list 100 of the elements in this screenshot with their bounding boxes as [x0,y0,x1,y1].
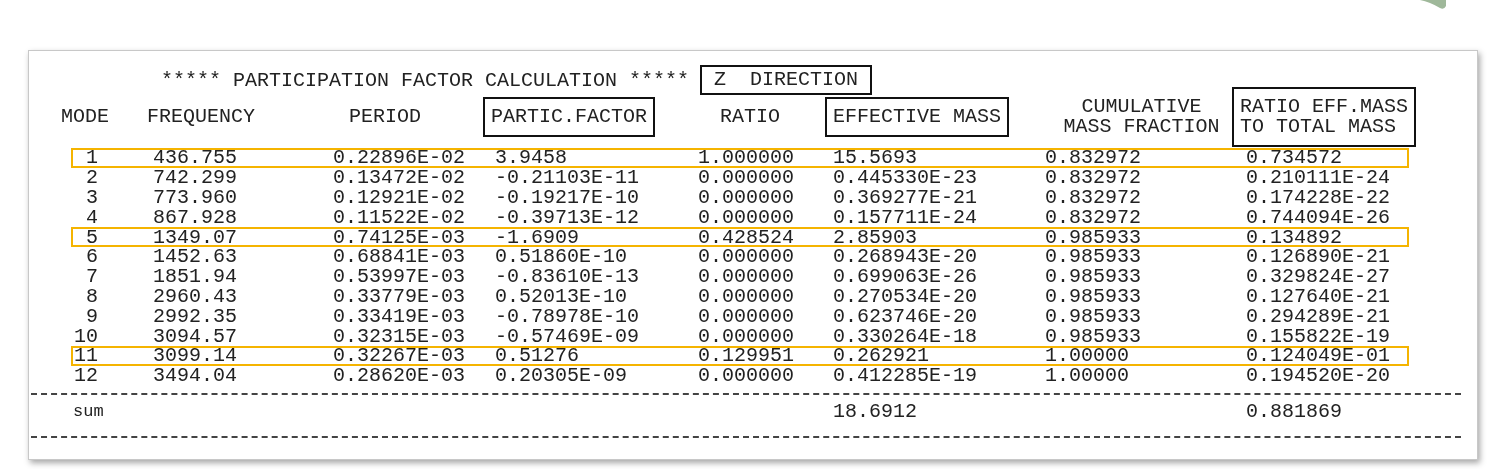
table-cell-text: 0.28620E-03 [333,368,467,384]
table-cell-text: 0.428524 [698,229,795,245]
table-cell-text: 2 [85,170,99,186]
table-cell-text: 3494.04 [153,368,238,384]
column-header: RATIO [719,104,781,130]
column-header: RATIO EFF.MASS TO TOTAL MASS [1232,87,1417,147]
table-cell-text: 0.134892 [1246,229,1343,245]
table-cell-text: 0.329824E-27 [1246,269,1392,285]
table-cell-text: 0.52013E-10 [495,288,629,304]
table-cell-text: 773.960 [153,190,238,205]
table-cell-text: -0.21103E-11 [495,170,641,186]
table-cell-text: 9 [85,308,99,324]
table-cell-text: 0.210111E-24 [1246,170,1392,186]
table-cell-text: 0.985933 [1045,308,1142,324]
table-cell-text: 0.000000 [698,170,795,186]
table-cell-text: 0.985933 [1045,249,1142,265]
table-cell-text: 0.744094E-26 [1246,209,1392,225]
table-cell-text: 1349.07 [153,229,238,245]
table-cell-text: 0.699063E-26 [833,269,979,285]
table-cell-text: 0.623746E-20 [833,308,979,324]
table-cell-text: 0.174228E-22 [1246,190,1392,205]
table-cell-text: 0.124049E-01 [1246,348,1392,364]
table-cell-text: 7 [85,269,99,285]
table-cell-text: 0.832972 [1045,150,1142,166]
table-cell-text: -0.57469E-09 [495,328,641,344]
table-cell-text: 0.985933 [1045,328,1142,344]
table-cell-text: 0.330264E-18 [833,328,979,344]
table-cell-text: 3094.57 [153,328,238,344]
table-cell-text: 0.33419E-03 [333,308,467,324]
table-cell-text: 0.881869 [1246,404,1343,420]
table-cell-text: 0.74125E-03 [333,229,467,245]
sum-label: sum [73,404,105,420]
table-cell-text: 3 [85,190,99,205]
table-cell-text: 1 [85,150,99,166]
table-cell-text: 1452.63 [153,249,238,265]
table-cell-text: 0.985933 [1045,269,1142,285]
table-cell-text: 1851.94 [153,269,238,285]
table-cell-text: 0.32267E-03 [333,348,467,364]
table-cell-text: 0.832972 [1045,209,1142,225]
table-cell-text: 1.00000 [1045,348,1130,364]
table-cell-text: 0.22896E-02 [333,150,467,166]
table-cell-text: 0.262921 [833,348,930,364]
table-cell-text: 0.126890E-21 [1246,249,1392,265]
table-cell-text: 1.00000 [1045,368,1130,384]
table-cell-text: 0.194520E-20 [1246,368,1392,384]
column-header: PERIOD [348,104,422,130]
table-cell-text: 0.000000 [698,209,795,225]
table-cell-text: 0.000000 [698,328,795,344]
table-cell-text: 10 [73,328,99,344]
leaf-icon [1420,0,1446,10]
table-cell-text: 0.270534E-20 [833,288,979,304]
table-cell-text: 15.5693 [833,150,918,166]
table-cell-text: 0.445330E-23 [833,170,979,186]
table-cell-text: 12 [73,368,99,384]
table-cell-text: 436.755 [153,150,238,166]
table-cell-text: 0.129951 [698,348,795,364]
table-cell-text: 0.68841E-03 [333,249,467,265]
table-cell-text: 0.157711E-24 [833,209,979,225]
table-cell-text: 0.12921E-02 [333,190,467,205]
table-cell-text: 0.000000 [698,190,795,205]
table-cell-text: 6 [85,249,99,265]
column-header: CUMULATIVE MASS FRACTION [1062,94,1221,140]
column-header: PARTIC.FACTOR [483,97,656,137]
table-cell-text: 0.51860E-10 [495,249,629,265]
table-cell-text: -0.83610E-13 [495,269,641,285]
table-cell-text: 5 [85,229,99,245]
table-cell-text: -0.19217E-10 [495,190,641,205]
table-cell-text: -0.78978E-10 [495,308,641,324]
table-cell-text: 2960.43 [153,288,238,304]
table-cell-text: 4 [85,209,99,225]
table-cell-text: 0.985933 [1045,288,1142,304]
table-cell-text: 3.9458 [495,150,568,166]
table-cell-text: 0.32315E-03 [333,328,467,344]
table-cell-text: 0.000000 [698,308,795,324]
table-cell-text: 0.000000 [698,288,795,304]
column-header: FREQUENCY [146,104,257,130]
table-cell-text: 0.832972 [1045,190,1142,205]
table-cell-text: 0.294289E-21 [1246,308,1392,324]
table-cell-text: 0.412285E-19 [833,368,979,384]
table-cell-text: 0.832972 [1045,170,1142,186]
column-header: EFFECTIVE MASS [825,97,1010,137]
table-cell-text: 1.000000 [698,150,795,166]
table-cell-text: 3099.14 [153,348,238,364]
table-cell-text: 867.928 [153,209,238,225]
table-cell-text: 0.53997E-03 [333,269,467,285]
table-cell-text: -0.39713E-12 [495,209,641,225]
report-title: ***** PARTICIPATION FACTOR CALCULATION ***** [161,68,690,92]
table-cell-text: 0.000000 [698,269,795,285]
table-cell-text: 0.127640E-21 [1246,288,1392,304]
column-header: MODE [60,104,110,130]
table-cell-text: 18.6912 [833,404,918,420]
table-cell-text: 0.268943E-20 [833,249,979,265]
direction-label: Z DIRECTION [700,65,873,95]
table-cell-text: 0.155822E-19 [1246,328,1392,344]
table-cell-text: 2992.35 [153,308,238,324]
table-cell-text: 0.985933 [1045,229,1142,245]
table-cell-text: 0.51276 [495,348,580,364]
table-cell-text: 0.20305E-09 [495,368,629,384]
table-cell-text: 742.299 [153,170,238,186]
table-cell-text: 0.734572 [1246,150,1343,166]
